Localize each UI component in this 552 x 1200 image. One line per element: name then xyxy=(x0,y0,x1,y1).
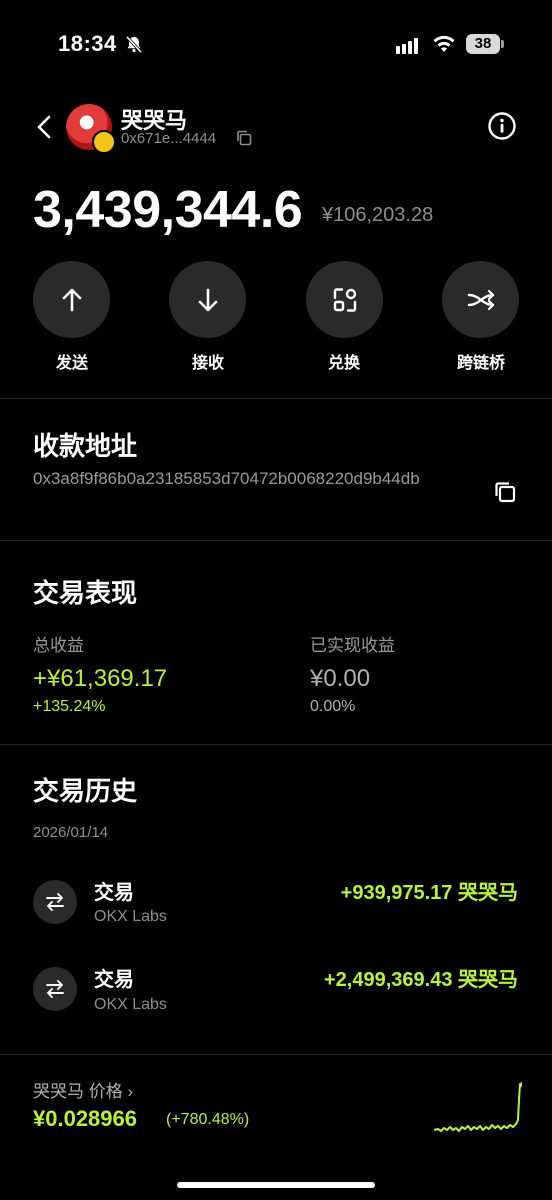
battery-icon: 38 xyxy=(466,34,500,54)
transaction-title[interactable]: 交易 xyxy=(94,963,134,992)
token-balance: 3,439,344.6 xyxy=(33,181,303,239)
bridge-label: 跨链桥 xyxy=(456,355,505,372)
signal-icon xyxy=(396,36,420,54)
transaction-source: OKX Labs xyxy=(94,996,167,1013)
history-title: 交易历史 xyxy=(33,776,138,806)
token-contract-address: 0x671e...4444 xyxy=(121,130,217,147)
wifi-icon xyxy=(433,35,455,52)
chain-badge-icon xyxy=(92,130,116,154)
realized-pnl-value: ¥0.00 xyxy=(310,665,371,692)
transaction-title[interactable]: 交易 xyxy=(94,876,134,905)
total-pnl-label: 总收益 xyxy=(33,636,84,655)
realized-pnl-percent: 0.00% xyxy=(310,698,356,715)
send-button[interactable] xyxy=(33,261,110,338)
price-sparkline[interactable] xyxy=(434,1080,522,1136)
bell-muted-icon xyxy=(125,35,143,54)
transaction-swap-icon xyxy=(33,967,77,1011)
status-time: 18:34 xyxy=(58,31,117,56)
transaction-amount: +2,499,369.43 哭哭马 xyxy=(323,969,518,991)
bridge-icon xyxy=(467,289,494,310)
divider xyxy=(0,540,552,541)
swap-button[interactable] xyxy=(306,261,383,338)
transaction-amount: +939,975.17 哭哭马 xyxy=(340,882,518,904)
back-chevron-icon[interactable] xyxy=(32,112,56,142)
balance-fiat-value: ¥106,203.28 xyxy=(322,204,434,226)
divider xyxy=(0,1054,552,1055)
receive-label: 接收 xyxy=(191,355,224,372)
info-icon[interactable] xyxy=(487,111,517,141)
send-label: 发送 xyxy=(55,355,88,372)
receive-button[interactable] xyxy=(169,261,246,338)
arrow-down-icon xyxy=(198,288,217,311)
swap-icon xyxy=(333,287,356,312)
copy-address-icon[interactable] xyxy=(494,481,516,503)
total-pnl-value: +¥61,369.17 xyxy=(33,665,168,692)
divider xyxy=(0,398,552,399)
arrow-up-icon xyxy=(62,288,81,311)
price-value: ¥0.028966 xyxy=(33,1106,137,1131)
battery-tip xyxy=(501,40,504,48)
performance-title: 交易表现 xyxy=(33,578,138,608)
transaction-swap-icon xyxy=(33,880,77,924)
receive-address-title: 收款地址 xyxy=(33,431,138,461)
bridge-button[interactable] xyxy=(442,261,519,338)
copy-icon[interactable] xyxy=(236,130,252,146)
price-change: (+780.48%) xyxy=(166,1111,250,1128)
price-label-link[interactable]: 哭哭马 价格 › xyxy=(33,1077,133,1102)
transaction-source: OKX Labs xyxy=(94,908,167,925)
receive-address[interactable]: 0x3a8f9f86b0a23185853d70472b0068220d9b44… xyxy=(33,468,473,490)
history-date: 2026/01/14 xyxy=(33,824,109,841)
swap-label: 兑换 xyxy=(327,355,360,372)
divider xyxy=(0,744,552,745)
total-pnl-percent: +135.24% xyxy=(33,698,106,715)
realized-pnl-label: 已实现收益 xyxy=(310,636,395,655)
home-indicator[interactable] xyxy=(177,1182,375,1188)
